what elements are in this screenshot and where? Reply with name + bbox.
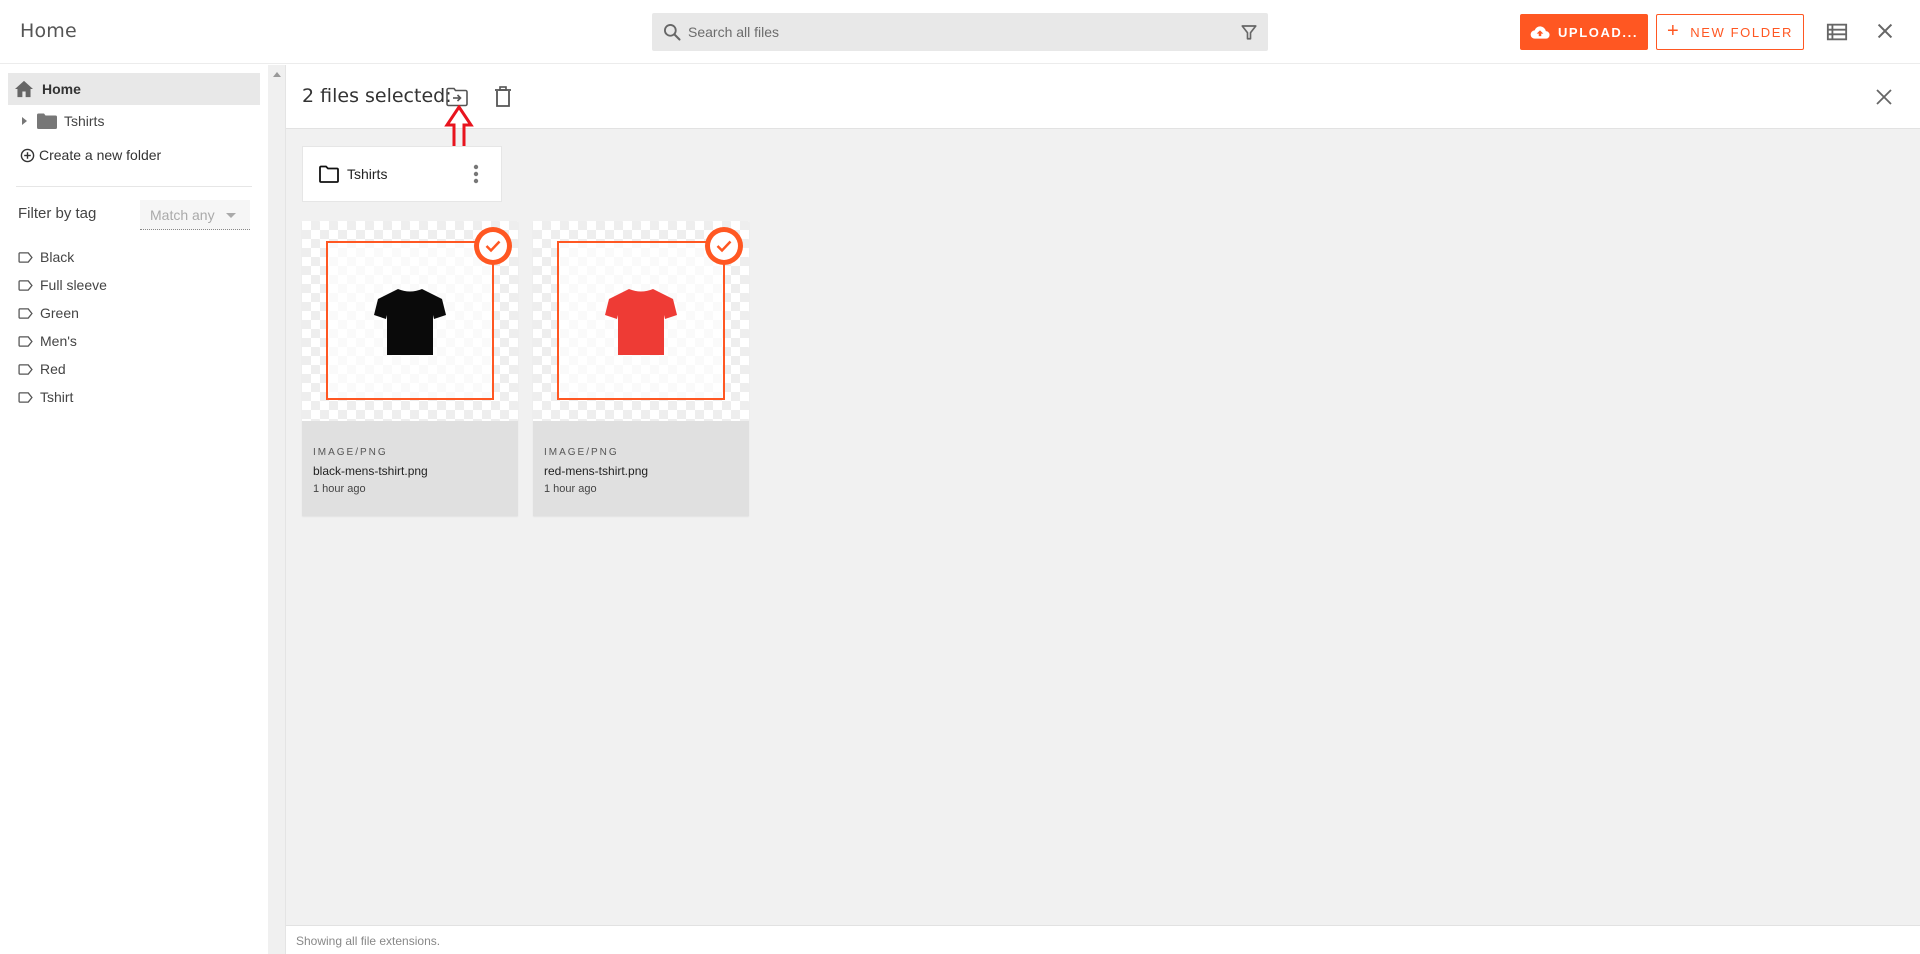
sidebar-scrollbar[interactable] xyxy=(268,65,286,954)
page-title: Home xyxy=(20,20,77,42)
expand-caret-icon[interactable] xyxy=(22,117,27,125)
search-box[interactable] xyxy=(652,13,1268,51)
tag-label: Full sleeve xyxy=(40,277,107,293)
dropdown-arrow-icon xyxy=(226,213,236,218)
upload-button[interactable]: UPLOAD... xyxy=(1520,14,1648,50)
top-bar: Home UPLOAD... + NEW FOLDER xyxy=(0,0,1920,64)
folder-icon xyxy=(37,113,57,129)
upload-label: UPLOAD... xyxy=(1557,24,1639,40)
file-card[interactable]: IMAGE/PNG red-mens-tshirt.png 1 hour ago xyxy=(533,221,749,516)
add-circle-icon xyxy=(20,148,35,162)
create-folder-label: Create a new folder xyxy=(39,147,162,163)
filter-icon[interactable] xyxy=(1240,23,1258,41)
checkmark-icon xyxy=(485,240,501,253)
list-view-icon[interactable] xyxy=(1826,21,1848,43)
tag-icon xyxy=(18,279,33,291)
folder-icon xyxy=(319,165,339,183)
selected-check-badge[interactable] xyxy=(705,227,743,265)
file-name: red-mens-tshirt.png xyxy=(544,464,649,478)
sidebar-divider xyxy=(16,186,252,187)
selection-toolbar: 2 files selected: xyxy=(286,65,1920,159)
create-folder-link[interactable]: Create a new folder xyxy=(20,147,161,163)
selected-check-badge[interactable] xyxy=(474,227,512,265)
footer-status-text: Showing all file extensions. xyxy=(296,934,441,948)
tag-item-full-sleeve[interactable]: Full sleeve xyxy=(18,271,107,299)
file-mime-type: IMAGE/PNG xyxy=(544,447,619,458)
tag-item-black[interactable]: Black xyxy=(18,243,107,271)
new-folder-label: NEW FOLDER xyxy=(1690,24,1793,40)
tag-label: Green xyxy=(40,305,79,321)
file-mime-type: IMAGE/PNG xyxy=(313,447,388,458)
clear-selection-close-icon[interactable] xyxy=(1874,87,1894,107)
file-date: 1 hour ago xyxy=(544,483,597,495)
match-mode-value: Match any xyxy=(150,206,215,223)
tag-item-tshirt[interactable]: Tshirt xyxy=(18,383,107,411)
file-browser-content: 2 files selected: Tshirts IMAGE/PNG blac… xyxy=(286,65,1920,925)
tree-item-label: Home xyxy=(42,81,81,97)
more-options-icon[interactable] xyxy=(473,164,479,184)
tag-icon xyxy=(18,363,33,375)
plus-icon: + xyxy=(1667,20,1681,42)
status-footer: Showing all file extensions. xyxy=(286,925,1920,954)
home-icon xyxy=(15,80,33,98)
file-card[interactable]: IMAGE/PNG black-mens-tshirt.png 1 hour a… xyxy=(302,221,518,516)
filter-by-tag-label: Filter by tag xyxy=(18,205,97,222)
tag-label: Men's xyxy=(40,333,77,349)
selection-count-text: 2 files selected: xyxy=(302,85,452,107)
scroll-up-arrow-icon[interactable] xyxy=(273,72,281,77)
tag-label: Red xyxy=(40,361,66,377)
close-icon[interactable] xyxy=(1874,20,1896,42)
tree-item-label: Tshirts xyxy=(64,113,105,129)
search-icon xyxy=(664,24,681,41)
tag-icon xyxy=(18,307,33,319)
tag-list: Black Full sleeve Green Men's Red Tshirt xyxy=(18,243,107,411)
cloud-upload-icon xyxy=(1530,26,1550,39)
folder-name: Tshirts xyxy=(347,166,388,182)
file-date: 1 hour ago xyxy=(313,483,366,495)
tshirt-image xyxy=(374,289,446,355)
tag-item-green[interactable]: Green xyxy=(18,299,107,327)
tag-item-red[interactable]: Red xyxy=(18,355,107,383)
tag-icon xyxy=(18,251,33,263)
tag-label: Tshirt xyxy=(40,389,74,405)
tag-icon xyxy=(18,335,33,347)
tree-item-home[interactable]: Home xyxy=(8,73,260,105)
match-mode-select[interactable]: Match any xyxy=(140,200,250,230)
shirt-shape xyxy=(374,289,446,355)
file-thumbnail xyxy=(533,221,749,421)
tree-item-tshirts[interactable]: Tshirts xyxy=(8,105,260,137)
new-folder-button[interactable]: + NEW FOLDER xyxy=(1656,14,1804,50)
delete-icon[interactable] xyxy=(494,86,512,108)
file-name: black-mens-tshirt.png xyxy=(313,464,428,478)
checkmark-icon xyxy=(716,240,732,253)
folder-card-tshirts[interactable]: Tshirts xyxy=(302,146,502,202)
shirt-shape xyxy=(605,289,677,355)
sidebar: Home Tshirts Create a new folder Filter … xyxy=(0,65,268,954)
move-to-folder-icon[interactable] xyxy=(446,87,468,107)
search-input[interactable] xyxy=(688,13,1228,51)
tshirt-image xyxy=(605,289,677,355)
tag-icon xyxy=(18,391,33,403)
tag-label: Black xyxy=(40,249,75,265)
file-thumbnail xyxy=(302,221,518,421)
tag-item-mens[interactable]: Men's xyxy=(18,327,107,355)
